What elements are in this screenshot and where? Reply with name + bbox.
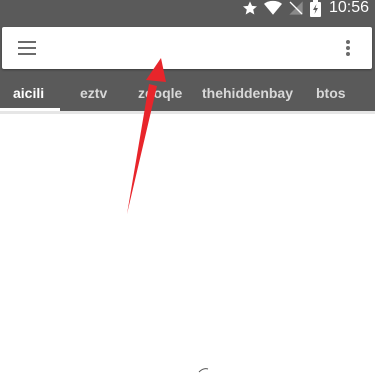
tab-eztv[interactable]: eztv — [80, 78, 107, 111]
source-tabs: aicili eztv zooqle thehiddenbay btos — [0, 78, 375, 111]
tab-thehiddenbay[interactable]: thehiddenbay — [202, 78, 293, 111]
wifi-icon — [263, 0, 282, 16]
results-list — [0, 114, 375, 373]
search-input[interactable] — [50, 33, 320, 63]
status-icons: 10:56 — [242, 0, 369, 17]
search-bar[interactable] — [2, 27, 372, 69]
menu-icon[interactable] — [18, 41, 36, 55]
battery-charging-icon — [309, 0, 321, 17]
status-time: 10:56 — [328, 0, 369, 16]
tab-zooqle[interactable]: zooqle — [138, 78, 182, 111]
tab-aicili[interactable]: aicili — [13, 78, 44, 111]
more-vertical-icon[interactable] — [346, 40, 350, 56]
no-signal-icon — [288, 0, 304, 16]
tab-btos[interactable]: btos — [316, 78, 346, 111]
star-icon — [242, 0, 258, 16]
status-bar: 10:56 — [0, 0, 375, 18]
